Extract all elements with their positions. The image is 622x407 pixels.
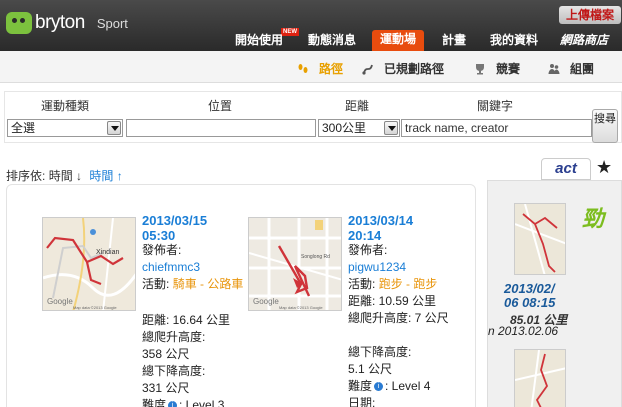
search-button[interactable]: 搜尋 (592, 109, 618, 143)
nav-item-my-data[interactable]: 我的資料 (490, 31, 538, 51)
difficulty-row: 難度 i: Level 4 (348, 378, 430, 395)
subnav-item-planned-routes[interactable]: 已規劃路徑 (362, 60, 444, 77)
location-label: 位置 (208, 99, 233, 113)
activity-label: 活動: (348, 277, 376, 291)
descent-value: 331 公尺 (142, 381, 190, 395)
subnav-label: 組團 (570, 62, 595, 76)
side-date-line: n 2013.02.06 (488, 324, 559, 338)
sort-time-asc[interactable]: 時間 (89, 169, 113, 183)
main-nav: 開始使用 動態消息 運動場 計畫 我的資料 網路商店 (0, 30, 622, 51)
side-map-thumbnail[interactable] (514, 349, 566, 407)
activity-side-panel: 勁 2013/02/ 06 08:15 85.01 公里 n 2013.02.0… (487, 180, 622, 407)
ascent-label: 總爬升高度: (142, 330, 206, 344)
distance-select[interactable]: 300公里 (318, 119, 400, 137)
sub-nav: 路徑 已規劃路徑 競賽 組團 (0, 51, 622, 83)
subnav-label: 競賽 (496, 62, 521, 76)
activity-row: 活動: 騎車 - 公路車 (142, 276, 243, 293)
map-place-label: Songlong Rd (301, 254, 330, 260)
sort-label: 排序依: (6, 169, 46, 183)
route-map-image: Songlong Rd Google Map data ©2013 Google (249, 218, 341, 310)
sport-type-value: 全選 (11, 121, 36, 135)
chevron-down-icon[interactable] (384, 121, 398, 135)
sort-bar: 排序依: 時間 ↓ 時間 ↑ (6, 167, 123, 184)
nav-item-web-store[interactable]: 網路商店 (560, 31, 608, 51)
creator-label: 發佈者: (348, 243, 388, 257)
subnav-item-groups[interactable]: 組團 (548, 60, 594, 77)
track-time[interactable]: 20:14 (348, 228, 381, 243)
track-list: Xindian Google Map data ©2013 Google 201… (6, 184, 476, 407)
keyword-label: 關鍵字 (477, 99, 514, 113)
top-header: bryton Sport 上傳檔案 NEW 開始使用 動態消息 運動場 計畫 我… (0, 0, 622, 51)
creator-link[interactable]: chiefmmc3 (142, 259, 200, 276)
activity-label: 活動: (142, 277, 170, 291)
side-map-thumbnail[interactable] (514, 203, 566, 275)
activity-value: 騎車 - 公路車 (172, 277, 244, 291)
distance-value: 300公里 (322, 121, 367, 135)
map-route-icon (362, 64, 373, 75)
ascent-value: 358 公尺 (142, 347, 190, 361)
act-tab[interactable]: act (541, 158, 591, 180)
subnav-label: 路徑 (319, 62, 344, 76)
difficulty-row: 難度 i: Level 3 (142, 397, 224, 407)
map-place-label: Xindian (96, 249, 119, 256)
sport-type-select[interactable]: 全選 (7, 119, 123, 137)
track-time[interactable]: 05:30 (142, 228, 175, 243)
track-map-thumbnail[interactable]: Songlong Rd Google Map data ©2013 Google (248, 217, 342, 311)
slogan-mark: 勁 (582, 206, 605, 231)
distance-label: 距離 (345, 99, 370, 113)
descent-label: 總下降高度: (348, 345, 412, 359)
side-date[interactable]: 2013/02/ (504, 282, 555, 296)
creator-link[interactable]: pigwu1234 (348, 259, 406, 276)
nav-item-arena[interactable]: 運動場 (372, 30, 425, 51)
arrow-down-icon: ↓ (76, 169, 83, 183)
trophy-icon (476, 63, 484, 74)
side-time[interactable]: 06 08:15 (504, 296, 555, 310)
info-icon[interactable]: i (168, 401, 178, 407)
difficulty-value: : Level 4 (385, 379, 431, 393)
info-icon[interactable]: i (374, 382, 384, 392)
group-icon (548, 63, 560, 74)
difficulty-value: : Level 3 (179, 398, 225, 407)
svg-text:Google: Google (253, 297, 279, 306)
nav-item-getting-started[interactable]: 開始使用 (235, 31, 283, 51)
difficulty-label: 難度 (348, 379, 373, 393)
activity-value: 跑步 - 跑步 (378, 277, 438, 291)
svg-text:Map data ©2013 Google: Map data ©2013 Google (279, 305, 323, 310)
date-label: 日期: (348, 396, 376, 407)
footsteps-icon (298, 63, 308, 73)
track-date[interactable]: 2013/03/15 (142, 213, 207, 228)
subnav-item-races[interactable]: 競賽 (474, 60, 520, 77)
subnav-label: 已規劃路徑 (384, 62, 445, 76)
nav-item-plan[interactable]: 計畫 (442, 31, 466, 51)
activity-row: 活動: 跑步 - 跑步 (348, 276, 437, 293)
sport-type-label: 運動種類 (41, 99, 90, 113)
keyword-input[interactable]: track name, creator (401, 119, 592, 137)
difficulty-label: 難度 (142, 398, 167, 407)
sort-time-desc[interactable]: 時間 (49, 169, 73, 183)
ascent-label: 總爬升高度: 7 公尺 (348, 311, 449, 325)
route-map-image (515, 350, 565, 407)
route-map-image: Xindian Google Map data ©2013 Google (43, 218, 135, 310)
distance-line: 距離: 10.59 公里 (348, 294, 437, 308)
arrow-up-icon: ↑ (116, 169, 123, 183)
subnav-item-tracks[interactable]: 路徑 (297, 60, 343, 77)
page: bryton Sport 上傳檔案 NEW 開始使用 動態消息 運動場 計畫 我… (0, 0, 622, 407)
svg-text:Map data ©2013 Google: Map data ©2013 Google (73, 305, 117, 310)
nav-item-news[interactable]: 動態消息 (308, 31, 356, 51)
distance-line: 距離: 16.64 公里 (142, 313, 231, 327)
creator-label: 發佈者: (142, 243, 182, 257)
svg-text:Google: Google (47, 297, 73, 306)
descent-value: 5.1 公尺 (348, 362, 393, 376)
upload-file-button[interactable]: 上傳檔案 (559, 6, 621, 24)
route-map-image (515, 204, 565, 274)
chevron-down-icon[interactable] (107, 121, 121, 135)
location-input[interactable] (126, 119, 316, 137)
descent-label: 總下降高度: (142, 364, 206, 378)
product-name: Sport (96, 15, 128, 31)
search-filters: 運動種類 位置 距離 關鍵字 全選 300公里 track name, crea… (4, 91, 622, 143)
star-icon[interactable]: ★ (596, 157, 612, 178)
track-date[interactable]: 2013/03/14 (348, 213, 413, 228)
track-map-thumbnail[interactable]: Xindian Google Map data ©2013 Google (42, 217, 136, 311)
